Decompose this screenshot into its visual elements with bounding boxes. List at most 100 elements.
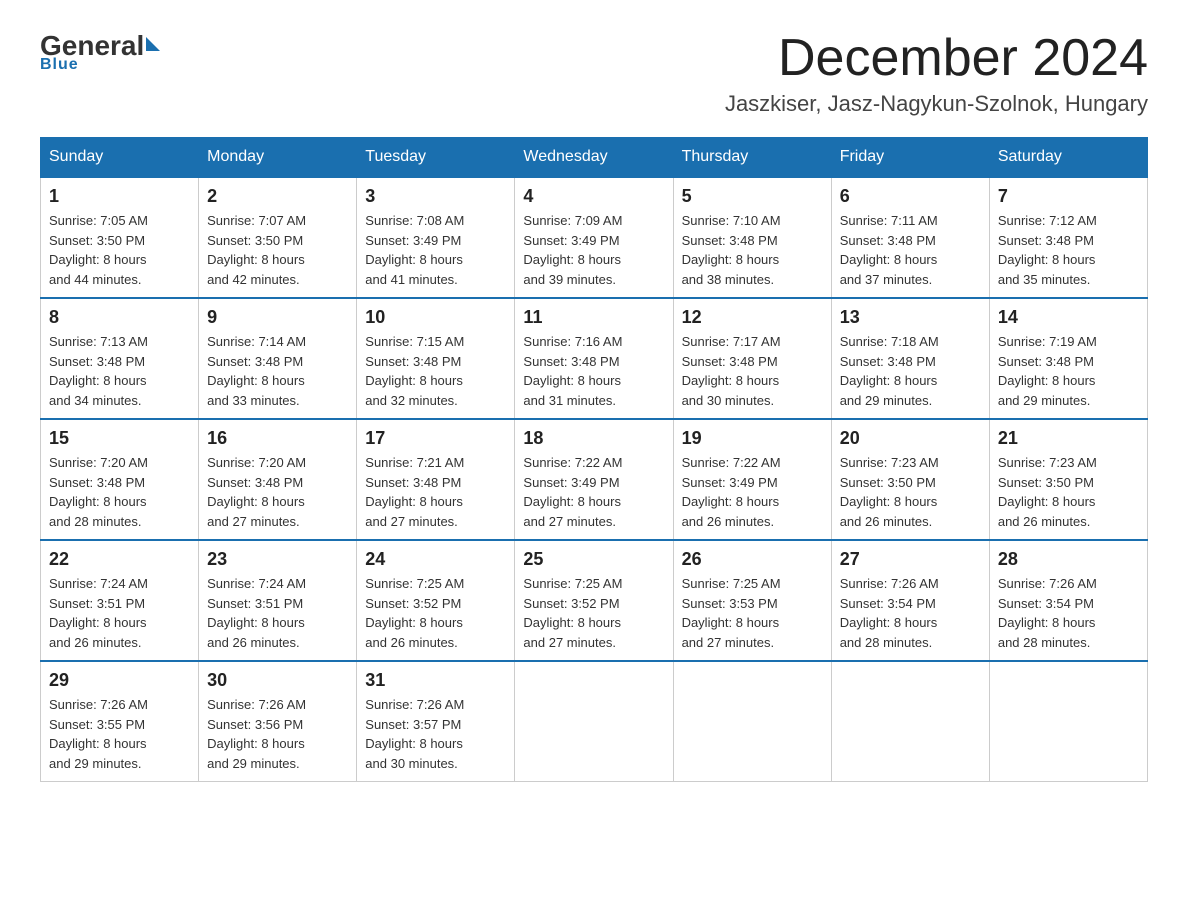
- day-info: Sunrise: 7:26 AM Sunset: 3:54 PM Dayligh…: [840, 574, 981, 652]
- calendar-cell: 9 Sunrise: 7:14 AM Sunset: 3:48 PM Dayli…: [199, 298, 357, 419]
- day-info: Sunrise: 7:18 AM Sunset: 3:48 PM Dayligh…: [840, 332, 981, 410]
- header: General Blue December 2024 Jaszkiser, Ja…: [40, 30, 1148, 117]
- day-number: 14: [998, 307, 1139, 328]
- calendar-cell: 26 Sunrise: 7:25 AM Sunset: 3:53 PM Dayl…: [673, 540, 831, 661]
- day-number: 21: [998, 428, 1139, 449]
- day-info: Sunrise: 7:10 AM Sunset: 3:48 PM Dayligh…: [682, 211, 823, 289]
- calendar-cell: 5 Sunrise: 7:10 AM Sunset: 3:48 PM Dayli…: [673, 177, 831, 298]
- day-number: 5: [682, 186, 823, 207]
- calendar-week-row: 15 Sunrise: 7:20 AM Sunset: 3:48 PM Dayl…: [41, 419, 1148, 540]
- day-number: 4: [523, 186, 664, 207]
- day-number: 22: [49, 549, 190, 570]
- calendar-cell: 6 Sunrise: 7:11 AM Sunset: 3:48 PM Dayli…: [831, 177, 989, 298]
- calendar-cell: 19 Sunrise: 7:22 AM Sunset: 3:49 PM Dayl…: [673, 419, 831, 540]
- calendar-cell: 15 Sunrise: 7:20 AM Sunset: 3:48 PM Dayl…: [41, 419, 199, 540]
- day-number: 11: [523, 307, 664, 328]
- day-number: 8: [49, 307, 190, 328]
- calendar-cell: 12 Sunrise: 7:17 AM Sunset: 3:48 PM Dayl…: [673, 298, 831, 419]
- calendar-cell: [673, 661, 831, 782]
- day-info: Sunrise: 7:14 AM Sunset: 3:48 PM Dayligh…: [207, 332, 348, 410]
- day-info: Sunrise: 7:26 AM Sunset: 3:56 PM Dayligh…: [207, 695, 348, 773]
- calendar-cell: 29 Sunrise: 7:26 AM Sunset: 3:55 PM Dayl…: [41, 661, 199, 782]
- day-info: Sunrise: 7:25 AM Sunset: 3:52 PM Dayligh…: [523, 574, 664, 652]
- day-number: 30: [207, 670, 348, 691]
- day-number: 25: [523, 549, 664, 570]
- col-header-thursday: Thursday: [673, 138, 831, 178]
- day-number: 27: [840, 549, 981, 570]
- day-info: Sunrise: 7:25 AM Sunset: 3:52 PM Dayligh…: [365, 574, 506, 652]
- calendar-cell: 14 Sunrise: 7:19 AM Sunset: 3:48 PM Dayl…: [989, 298, 1147, 419]
- day-number: 1: [49, 186, 190, 207]
- day-info: Sunrise: 7:24 AM Sunset: 3:51 PM Dayligh…: [49, 574, 190, 652]
- col-header-friday: Friday: [831, 138, 989, 178]
- col-header-saturday: Saturday: [989, 138, 1147, 178]
- day-info: Sunrise: 7:09 AM Sunset: 3:49 PM Dayligh…: [523, 211, 664, 289]
- day-number: 12: [682, 307, 823, 328]
- day-info: Sunrise: 7:22 AM Sunset: 3:49 PM Dayligh…: [682, 453, 823, 531]
- calendar-week-row: 8 Sunrise: 7:13 AM Sunset: 3:48 PM Dayli…: [41, 298, 1148, 419]
- calendar-cell: 31 Sunrise: 7:26 AM Sunset: 3:57 PM Dayl…: [357, 661, 515, 782]
- day-info: Sunrise: 7:07 AM Sunset: 3:50 PM Dayligh…: [207, 211, 348, 289]
- day-info: Sunrise: 7:20 AM Sunset: 3:48 PM Dayligh…: [49, 453, 190, 531]
- day-info: Sunrise: 7:22 AM Sunset: 3:49 PM Dayligh…: [523, 453, 664, 531]
- day-number: 10: [365, 307, 506, 328]
- col-header-monday: Monday: [199, 138, 357, 178]
- logo-blue-text: Blue: [40, 56, 79, 74]
- calendar-cell: [989, 661, 1147, 782]
- calendar-cell: 20 Sunrise: 7:23 AM Sunset: 3:50 PM Dayl…: [831, 419, 989, 540]
- col-header-wednesday: Wednesday: [515, 138, 673, 178]
- logo: General Blue: [40, 30, 160, 74]
- location-title: Jaszkiser, Jasz-Nagykun-Szolnok, Hungary: [725, 91, 1148, 117]
- day-info: Sunrise: 7:23 AM Sunset: 3:50 PM Dayligh…: [840, 453, 981, 531]
- calendar-cell: 8 Sunrise: 7:13 AM Sunset: 3:48 PM Dayli…: [41, 298, 199, 419]
- day-number: 6: [840, 186, 981, 207]
- day-number: 31: [365, 670, 506, 691]
- calendar-cell: 18 Sunrise: 7:22 AM Sunset: 3:49 PM Dayl…: [515, 419, 673, 540]
- day-number: 2: [207, 186, 348, 207]
- calendar-cell: 28 Sunrise: 7:26 AM Sunset: 3:54 PM Dayl…: [989, 540, 1147, 661]
- calendar-cell: 30 Sunrise: 7:26 AM Sunset: 3:56 PM Dayl…: [199, 661, 357, 782]
- day-info: Sunrise: 7:17 AM Sunset: 3:48 PM Dayligh…: [682, 332, 823, 410]
- day-number: 18: [523, 428, 664, 449]
- day-number: 19: [682, 428, 823, 449]
- calendar-header-row: SundayMondayTuesdayWednesdayThursdayFrid…: [41, 138, 1148, 178]
- day-number: 29: [49, 670, 190, 691]
- day-info: Sunrise: 7:12 AM Sunset: 3:48 PM Dayligh…: [998, 211, 1139, 289]
- day-number: 9: [207, 307, 348, 328]
- day-info: Sunrise: 7:16 AM Sunset: 3:48 PM Dayligh…: [523, 332, 664, 410]
- day-info: Sunrise: 7:20 AM Sunset: 3:48 PM Dayligh…: [207, 453, 348, 531]
- calendar-week-row: 22 Sunrise: 7:24 AM Sunset: 3:51 PM Dayl…: [41, 540, 1148, 661]
- calendar-week-row: 1 Sunrise: 7:05 AM Sunset: 3:50 PM Dayli…: [41, 177, 1148, 298]
- day-number: 7: [998, 186, 1139, 207]
- calendar-cell: 25 Sunrise: 7:25 AM Sunset: 3:52 PM Dayl…: [515, 540, 673, 661]
- day-info: Sunrise: 7:15 AM Sunset: 3:48 PM Dayligh…: [365, 332, 506, 410]
- col-header-tuesday: Tuesday: [357, 138, 515, 178]
- day-number: 3: [365, 186, 506, 207]
- day-info: Sunrise: 7:13 AM Sunset: 3:48 PM Dayligh…: [49, 332, 190, 410]
- day-info: Sunrise: 7:26 AM Sunset: 3:54 PM Dayligh…: [998, 574, 1139, 652]
- col-header-sunday: Sunday: [41, 138, 199, 178]
- day-info: Sunrise: 7:25 AM Sunset: 3:53 PM Dayligh…: [682, 574, 823, 652]
- day-number: 15: [49, 428, 190, 449]
- day-number: 13: [840, 307, 981, 328]
- calendar-cell: 17 Sunrise: 7:21 AM Sunset: 3:48 PM Dayl…: [357, 419, 515, 540]
- day-info: Sunrise: 7:11 AM Sunset: 3:48 PM Dayligh…: [840, 211, 981, 289]
- calendar-cell: 27 Sunrise: 7:26 AM Sunset: 3:54 PM Dayl…: [831, 540, 989, 661]
- calendar-table: SundayMondayTuesdayWednesdayThursdayFrid…: [40, 137, 1148, 782]
- day-number: 16: [207, 428, 348, 449]
- calendar-week-row: 29 Sunrise: 7:26 AM Sunset: 3:55 PM Dayl…: [41, 661, 1148, 782]
- calendar-cell: 10 Sunrise: 7:15 AM Sunset: 3:48 PM Dayl…: [357, 298, 515, 419]
- calendar-cell: 11 Sunrise: 7:16 AM Sunset: 3:48 PM Dayl…: [515, 298, 673, 419]
- calendar-cell: [831, 661, 989, 782]
- calendar-cell: 16 Sunrise: 7:20 AM Sunset: 3:48 PM Dayl…: [199, 419, 357, 540]
- calendar-cell: 1 Sunrise: 7:05 AM Sunset: 3:50 PM Dayli…: [41, 177, 199, 298]
- day-info: Sunrise: 7:24 AM Sunset: 3:51 PM Dayligh…: [207, 574, 348, 652]
- calendar-cell: 22 Sunrise: 7:24 AM Sunset: 3:51 PM Dayl…: [41, 540, 199, 661]
- day-number: 20: [840, 428, 981, 449]
- day-number: 23: [207, 549, 348, 570]
- day-number: 26: [682, 549, 823, 570]
- day-info: Sunrise: 7:21 AM Sunset: 3:48 PM Dayligh…: [365, 453, 506, 531]
- calendar-cell: 13 Sunrise: 7:18 AM Sunset: 3:48 PM Dayl…: [831, 298, 989, 419]
- calendar-cell: 7 Sunrise: 7:12 AM Sunset: 3:48 PM Dayli…: [989, 177, 1147, 298]
- day-info: Sunrise: 7:26 AM Sunset: 3:57 PM Dayligh…: [365, 695, 506, 773]
